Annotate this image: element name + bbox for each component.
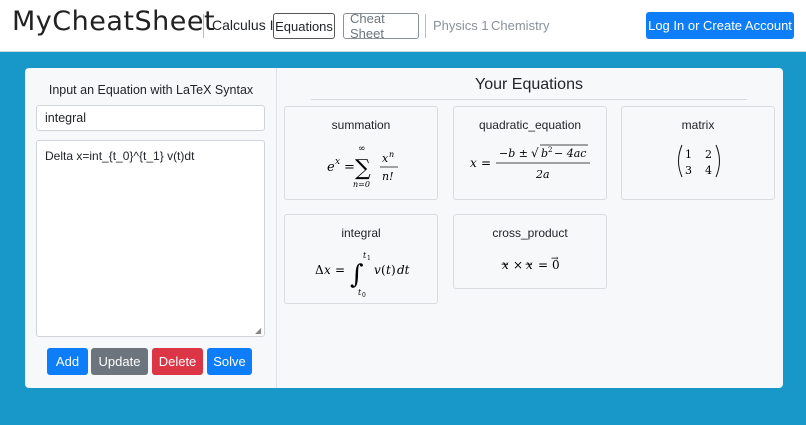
svg-text:x: x [502,258,509,272]
editor-title: Input an Equation with LaTeX Syntax [48,83,254,97]
update-button[interactable]: Update [91,348,148,375]
equation-name-input[interactable] [36,105,265,131]
svg-text:0: 0 [362,292,366,299]
svg-text:2: 2 [548,146,552,154]
svg-text:x: x [526,258,533,272]
svg-text:=: = [335,263,345,277]
course-name: Calculus II [212,17,278,33]
svg-text:n!: n! [382,170,394,183]
svg-text:×: × [513,258,523,272]
svg-text:∑: ∑ [355,156,371,181]
svg-text:0: 0 [552,258,560,272]
login-button[interactable]: Log In or Create Account [646,12,794,39]
svg-text:=: = [538,258,548,272]
solve-button[interactable]: Solve [207,348,252,375]
integral-formula: Δ x = ∫ t 1 t 0 v ( t ) dt [315,251,410,299]
resize-grip-icon[interactable]: ◢ [255,327,263,335]
svg-text:n=0: n=0 [353,180,370,189]
svg-text:4: 4 [705,164,712,177]
equations-title: Your Equations [475,76,583,93]
add-button[interactable]: Add [47,348,88,375]
svg-text:1: 1 [685,148,692,161]
svg-text:∞: ∞ [358,144,366,154]
equation-name: matrix [681,118,715,132]
delete-button[interactable]: Delete [152,348,203,375]
nav-divider [425,14,426,38]
svg-text:x: x [324,263,331,277]
equation-name: integral [341,226,381,240]
svg-text:dt: dt [397,263,410,277]
cheat-sheet-button[interactable]: Cheat Sheet [343,11,419,41]
svg-text:=: = [481,156,491,170]
logo[interactable]: MyCheatSheet [12,6,215,37]
latex-input[interactable] [36,140,265,337]
svg-text:v: v [374,263,381,277]
equation-name: quadratic_equation [478,118,582,132]
svg-text:x: x [335,157,340,167]
equation-render: x = −b ± √ b 2 − 4ac 2a [454,141,606,187]
equation-render: e x = ∞ ∑ n=0 x n n! [285,139,437,189]
svg-text:): ) [391,263,396,277]
svg-text:1: 1 [367,255,371,262]
nav-divider [203,14,204,38]
svg-text:2: 2 [705,148,712,161]
main-card: Input an Equation with LaTeX Syntax ◢ Ad… [25,68,783,388]
equation-render: → x × → x = → 0 [454,249,606,279]
equation-card-quadratic[interactable]: quadratic_equation x = −b ± √ b 2 − 4ac … [453,106,607,200]
editor-panel: Input an Equation with LaTeX Syntax ◢ Ad… [25,68,277,388]
equation-render: 1 2 3 4 [622,139,774,185]
navbar: MyCheatSheet Calculus II Equations Cheat… [0,0,806,52]
svg-text:x: x [470,156,477,170]
equations-button[interactable]: Equations [273,13,335,39]
equation-card-summation[interactable]: summation e x = ∞ ∑ n=0 x n n! [284,106,438,200]
svg-text:e: e [327,160,335,175]
svg-text:Δ: Δ [315,263,324,277]
matrix-formula: 1 2 3 4 [678,144,720,178]
svg-text:=: = [344,160,355,175]
svg-text:x: x [382,152,389,165]
svg-text:2a: 2a [535,168,550,181]
svg-text:(: ( [381,263,386,277]
svg-text:√: √ [531,146,539,160]
equation-card-cross-product[interactable]: cross_product → x × → x = → 0 [453,214,607,289]
equation-name: summation [331,118,391,132]
equation-card-integral[interactable]: integral Δ x = ∫ t 1 t 0 v ( t ) dt [284,214,438,304]
summation-formula: e x = ∞ ∑ n=0 x n n! [327,144,398,189]
equation-name: cross_product [492,226,568,240]
equation-render: Δ x = ∫ t 1 t 0 v ( t ) dt [285,245,437,301]
svg-text:− 4ac: − 4ac [554,147,586,160]
svg-text:−b ±: −b ± [499,147,528,160]
nav-link-chemistry[interactable]: Chemistry [491,18,550,33]
cross-product-formula: → x × → x = → 0 [501,254,560,272]
title-divider [311,99,747,100]
quadratic-formula: x = −b ± √ b 2 − 4ac 2a [470,144,590,181]
svg-text:3: 3 [685,164,692,177]
svg-text:n: n [389,150,394,159]
nav-link-physics[interactable]: Physics 1 [433,18,489,33]
equation-card-matrix[interactable]: matrix 1 2 3 4 [621,106,775,200]
svg-text:b: b [541,147,548,160]
svg-text:∫: ∫ [350,260,364,290]
